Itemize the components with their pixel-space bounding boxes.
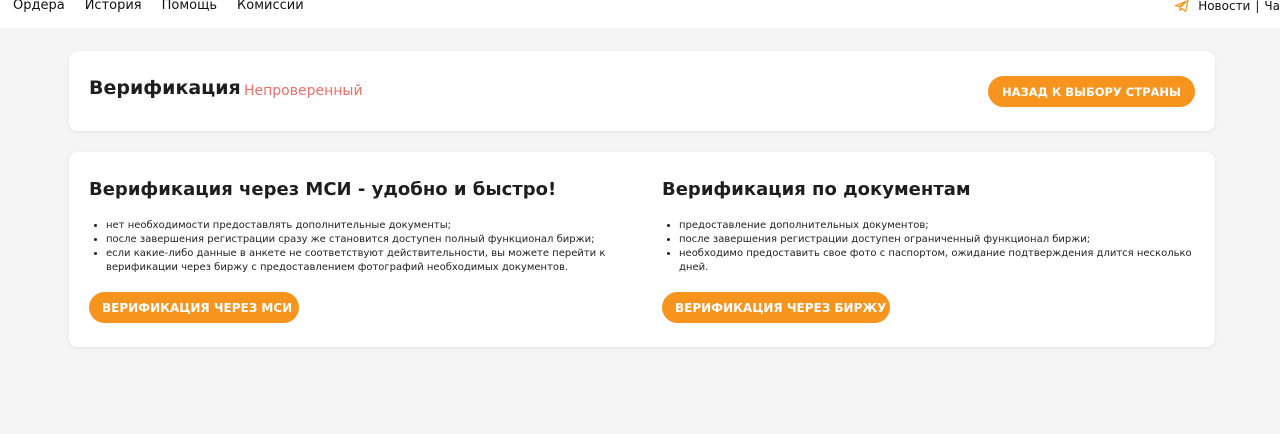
top-navigation-bar: Ордера История Помощь Комиссии Новости |… xyxy=(0,0,1280,28)
page-title: Верификация xyxy=(89,77,241,99)
main-menu: Ордера История Помощь Комиссии xyxy=(13,0,304,15)
msi-section-title: Верификация через МСИ - удобно и быстро! xyxy=(89,179,557,200)
verify-via-msi-button[interactable]: ВЕРИФИКАЦИЯ ЧЕРЕЗ МСИ xyxy=(89,292,299,323)
documents-conditions-list: предоставление дополнительных документов… xyxy=(662,219,1207,275)
news-link[interactable]: Новости xyxy=(1198,0,1250,15)
list-item: предоставление дополнительных документов… xyxy=(679,219,1207,233)
list-item: после завершения регистрации доступен ог… xyxy=(679,233,1207,247)
verification-header-card: Верификация Непроверенный НАЗАД К ВЫБОРУ… xyxy=(69,51,1215,131)
list-item: нет необходимости предоставлять дополнит… xyxy=(106,219,634,233)
back-to-country-button[interactable]: НАЗАД К ВЫБОРУ СТРАНЫ xyxy=(988,76,1195,107)
list-item: необходимо предоставить свое фото с пасп… xyxy=(679,247,1207,275)
top-right-links: Новости | Ча xyxy=(1174,0,1280,15)
msi-verification-section: Верификация через МСИ - удобно и быстро!… xyxy=(89,152,629,347)
nav-separator: | xyxy=(1255,0,1260,13)
msi-benefits-list: нет необходимости предоставлять дополнит… xyxy=(89,219,634,275)
list-item: после завершения регистрации сразу же ст… xyxy=(106,233,634,247)
nav-item-commissions[interactable]: Комиссии xyxy=(237,0,304,15)
list-item: если какие-либо данные в анкете не соотв… xyxy=(106,247,634,275)
nav-item-help[interactable]: Помощь xyxy=(162,0,217,15)
chat-link[interactable]: Ча xyxy=(1264,0,1280,15)
documents-verification-section: Верификация по документам предоставление… xyxy=(662,152,1202,347)
telegram-icon[interactable] xyxy=(1174,0,1190,14)
documents-section-title: Верификация по документам xyxy=(662,179,971,200)
nav-item-orders[interactable]: Ордера xyxy=(13,0,65,15)
verify-via-exchange-button[interactable]: ВЕРИФИКАЦИЯ ЧЕРЕЗ БИРЖУ xyxy=(662,292,890,323)
verification-options-card: Верификация через МСИ - удобно и быстро!… xyxy=(69,152,1215,347)
nav-item-history[interactable]: История xyxy=(85,0,142,15)
status-badge: Непроверенный xyxy=(244,83,363,99)
